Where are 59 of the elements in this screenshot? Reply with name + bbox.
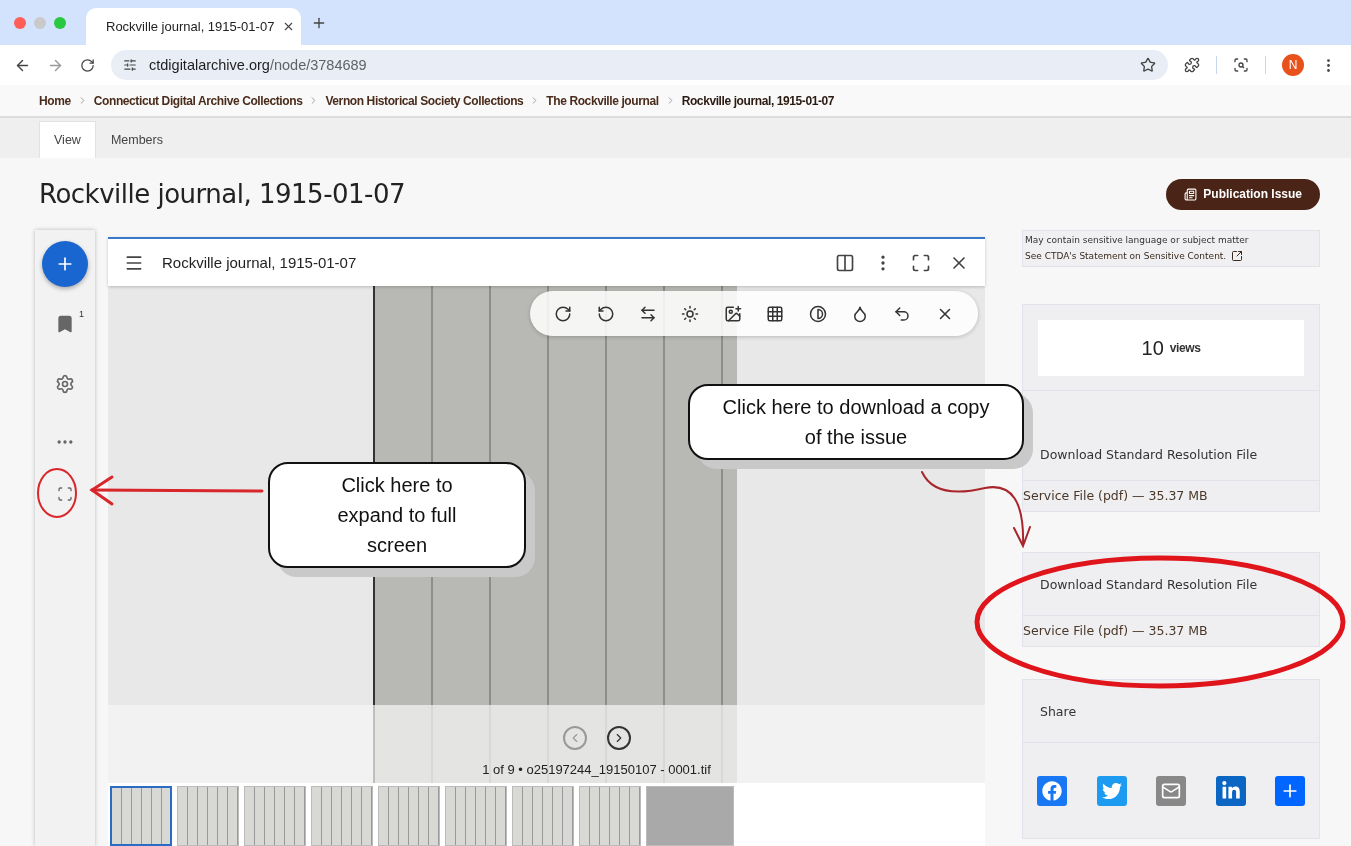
views-count: 10 bbox=[1141, 336, 1164, 360]
file-link[interactable]: Service File (pdf) — 35.37 MB bbox=[1023, 615, 1319, 646]
download-title: Download Standard Resolution File bbox=[1039, 575, 1259, 594]
page-thumbnail[interactable] bbox=[378, 786, 440, 846]
browser-tab[interactable]: Rockville journal, 1915-01-07 bbox=[86, 8, 301, 45]
facebook-icon bbox=[1042, 780, 1062, 801]
bird-icon bbox=[1101, 780, 1122, 801]
facebook-share-button[interactable] bbox=[1037, 775, 1067, 806]
file-link[interactable]: Service File (pdf) — 35.37 MB bbox=[1023, 480, 1319, 511]
image-plus-icon[interactable] bbox=[723, 304, 742, 323]
brightness-icon[interactable] bbox=[681, 304, 700, 323]
page-thumbnail[interactable] bbox=[311, 786, 373, 846]
profile-avatar[interactable]: N bbox=[1282, 54, 1304, 76]
twitter-share-button[interactable] bbox=[1096, 775, 1127, 806]
linkedin-icon bbox=[1220, 780, 1241, 801]
page-thumbnail[interactable] bbox=[177, 786, 239, 846]
views-label: views bbox=[1169, 341, 1201, 355]
page-caption: 1 of 9 • o25197244_19150107 - 0001.tif bbox=[482, 762, 711, 777]
search-tab-icon[interactable] bbox=[1233, 57, 1249, 73]
more-share-button[interactable] bbox=[1275, 775, 1305, 806]
reset-icon[interactable] bbox=[893, 304, 912, 323]
breadcrumb-link[interactable]: Rockville journal, 1915-01-07 bbox=[681, 93, 835, 108]
share-title: Share bbox=[1039, 702, 1078, 721]
next-button[interactable] bbox=[606, 726, 631, 750]
page-thumbnail[interactable] bbox=[445, 786, 507, 846]
viewer-title: Rockville journal, 1915-01-07 bbox=[162, 254, 358, 272]
grid-icon[interactable] bbox=[766, 304, 785, 323]
breadcrumb-link[interactable]: Vernon Historical Society Collections bbox=[325, 93, 524, 108]
puzzle-icon[interactable] bbox=[1184, 57, 1200, 73]
page-thumbnail[interactable] bbox=[579, 786, 641, 846]
rotate-right-icon[interactable] bbox=[554, 304, 573, 323]
circle-mark bbox=[37, 468, 77, 518]
page-tab[interactable]: Members bbox=[95, 121, 178, 158]
newspaper-icon bbox=[1184, 187, 1198, 201]
flip-icon[interactable] bbox=[638, 304, 657, 323]
reload-icon[interactable] bbox=[80, 57, 95, 73]
publication-issue-button[interactable]: Publication Issue bbox=[1166, 178, 1320, 210]
add-button[interactable] bbox=[42, 241, 88, 287]
page-thumbnail[interactable] bbox=[244, 786, 306, 846]
blank-thumbnail[interactable] bbox=[646, 786, 734, 846]
page-tab[interactable]: View bbox=[39, 121, 96, 158]
page-thumbnail[interactable] bbox=[110, 786, 172, 846]
breadcrumb-link[interactable]: Home bbox=[39, 93, 71, 108]
page-thumbnail[interactable] bbox=[512, 786, 574, 846]
breadcrumb-link[interactable]: Connecticut Digital Archive Collections bbox=[93, 93, 303, 108]
external-link-icon bbox=[1231, 250, 1244, 262]
linkedin-share-button[interactable] bbox=[1215, 775, 1246, 806]
maximize-icon[interactable] bbox=[911, 252, 931, 273]
columns-icon[interactable] bbox=[835, 252, 855, 273]
contrast-icon[interactable] bbox=[808, 304, 827, 323]
breadcrumb-link[interactable]: The Rockville journal bbox=[546, 93, 659, 108]
star-icon[interactable] bbox=[1140, 57, 1156, 73]
statement-link[interactable]: See CTDA's Statement on Sensitive Content. bbox=[1025, 250, 1317, 262]
email-share-button[interactable] bbox=[1156, 775, 1186, 806]
page-title: Rockville journal, 1915-01-07 bbox=[39, 179, 406, 209]
rotate-left-icon[interactable] bbox=[596, 304, 615, 323]
address-bar[interactable]: ctdigitalarchive.org/node/3784689 bbox=[111, 50, 1168, 80]
notice-text: May contain sensitive language or subject matter bbox=[1025, 235, 1250, 245]
site-settings-icon[interactable] bbox=[123, 58, 137, 72]
